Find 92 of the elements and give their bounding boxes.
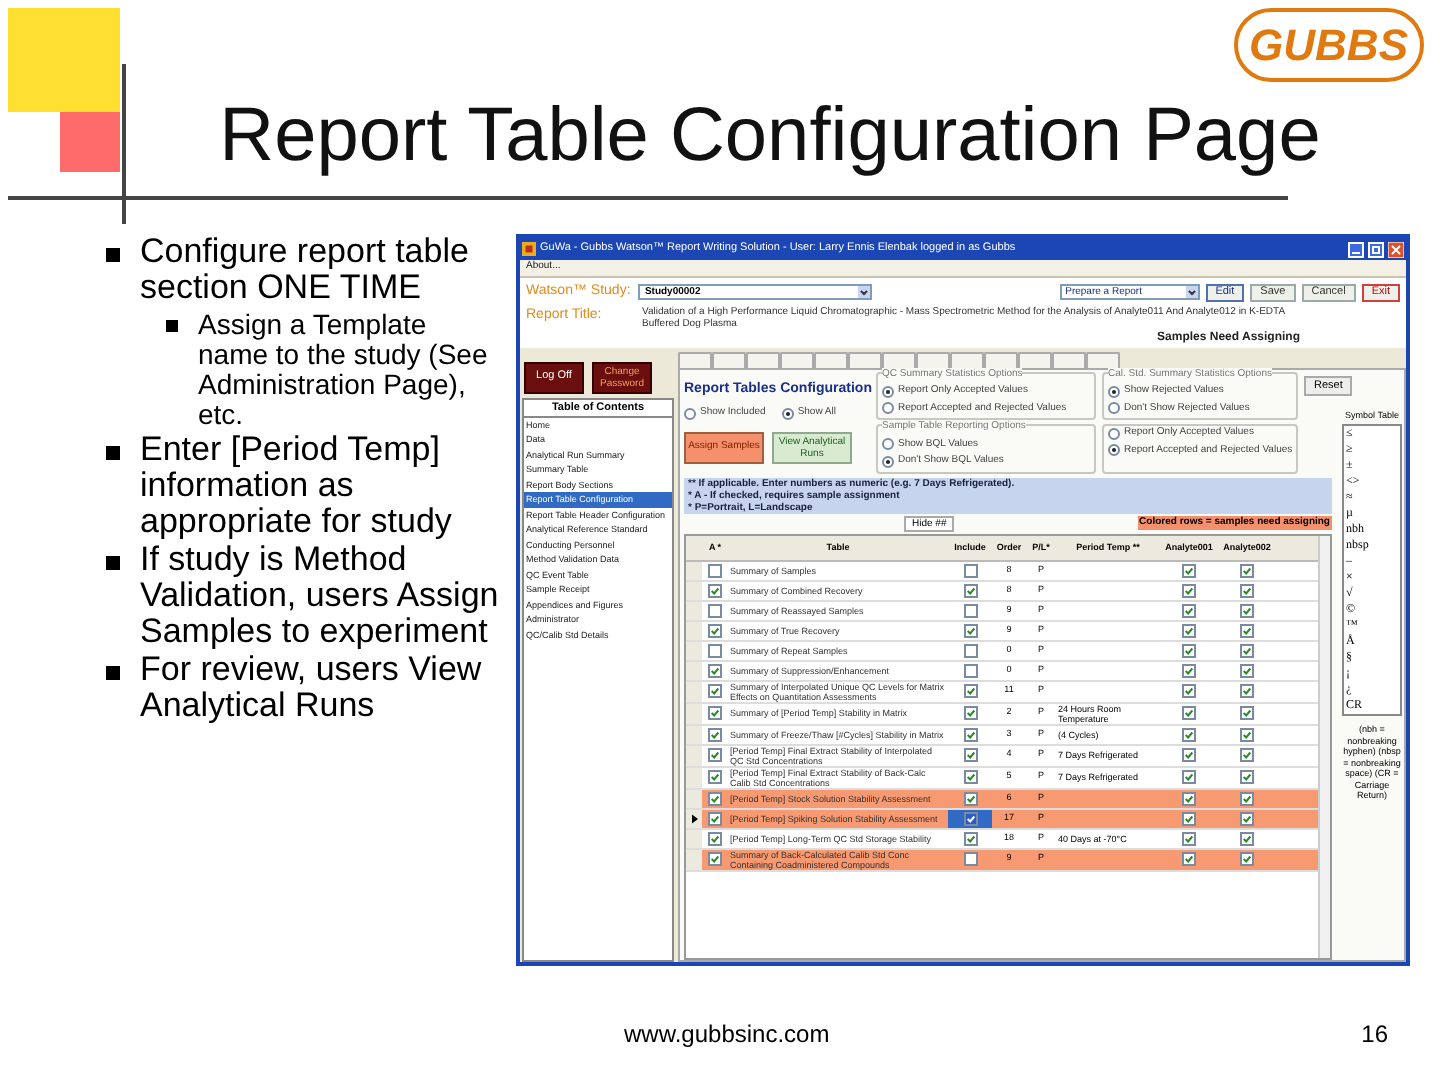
checkbox[interactable] [1240,663,1254,677]
radio-button[interactable] [1108,402,1120,415]
checkbox[interactable] [1240,748,1254,762]
row-pointer-icon [691,813,697,823]
bullet-text: For review, users View Analytical Runs [140,652,484,724]
checkbox[interactable] [963,583,977,597]
bullet-icon [106,556,120,570]
checkbox[interactable] [1240,831,1254,845]
checkbox[interactable] [1240,791,1254,805]
checkbox[interactable] [963,770,977,784]
scrollbar[interactable] [1318,535,1330,958]
checkbox[interactable] [1240,852,1254,866]
checkbox[interactable] [1182,623,1196,637]
checkbox[interactable] [963,623,977,637]
checkbox[interactable] [963,748,977,762]
checkbox[interactable] [1240,727,1254,741]
checkbox[interactable] [963,727,977,741]
bullet-text: If study is Method Validation, users Assign Samples to experiment [140,542,501,650]
bullet-icon [166,320,178,332]
checkbox[interactable] [1182,852,1196,866]
company-logo: GUBBS [1233,8,1424,82]
radio-button[interactable] [882,402,894,415]
checkbox[interactable] [1240,623,1254,637]
checkbox[interactable] [708,852,722,866]
maximize-icon[interactable] [1368,241,1384,257]
radio-button[interactable] [1108,427,1120,440]
checkbox[interactable] [1182,663,1196,677]
checkbox[interactable] [963,603,977,617]
checkbox[interactable] [963,684,977,698]
bullet-icon [106,666,120,680]
radio-button[interactable] [1108,385,1120,398]
radio-button[interactable] [882,385,894,398]
checkbox[interactable] [708,831,722,845]
checkbox[interactable] [708,748,722,762]
checkbox[interactable] [963,831,977,845]
checkbox[interactable] [963,663,977,677]
checkbox[interactable] [1182,791,1196,805]
checkbox[interactable] [708,770,722,784]
radio-button[interactable] [1108,444,1120,457]
bullet-text: Configure report table section ONE TIME [140,234,471,306]
checkbox[interactable] [1240,643,1254,657]
radio-button[interactable] [882,438,894,451]
checkbox[interactable] [1182,706,1196,720]
checkbox[interactable] [1182,770,1196,784]
checkbox[interactable] [963,563,977,577]
checkbox[interactable] [708,706,722,720]
checkbox[interactable] [708,623,722,637]
checkbox[interactable] [963,791,977,805]
checkbox[interactable] [1182,727,1196,741]
checkbox[interactable] [1240,684,1254,698]
bullet-icon [106,248,120,262]
checkbox[interactable] [708,684,722,698]
checkbox[interactable] [1240,770,1254,784]
checkbox[interactable] [1182,748,1196,762]
checkbox[interactable] [963,706,977,720]
minimize-icon[interactable] [1348,241,1364,257]
caret-icon [858,286,871,299]
checkbox[interactable] [708,583,722,597]
bullet-text: Enter [Period Temp] information as appropriate for study [140,432,454,540]
checkbox[interactable] [1182,811,1196,825]
checkbox[interactable] [1240,603,1254,617]
checkbox[interactable] [1182,684,1196,698]
checkbox[interactable] [963,811,977,825]
checkbox[interactable] [1182,643,1196,657]
checkbox[interactable] [708,603,722,617]
radio-button[interactable] [684,407,696,420]
checkbox[interactable] [1182,583,1196,597]
checkbox[interactable] [708,791,722,805]
checkbox[interactable] [708,811,722,825]
checkbox[interactable] [708,563,722,577]
radio-button[interactable] [781,407,794,420]
radio-button[interactable] [882,455,894,468]
checkbox[interactable] [963,852,977,866]
checkbox[interactable] [708,643,722,657]
checkbox[interactable] [1240,811,1254,825]
bullet-icon [106,446,120,460]
checkbox[interactable] [1182,563,1196,577]
checkbox[interactable] [963,643,977,657]
checkbox[interactable] [708,663,722,677]
checkbox[interactable] [1240,706,1254,720]
slide-title: Report Table Configuration Page [219,92,1321,182]
sub-bullet-text: Assign a Template name to the study (See Administration Page), etc. [198,310,490,430]
app-icon [522,242,536,256]
checkbox[interactable] [1182,603,1196,617]
checkbox[interactable] [708,727,722,741]
footer-url: www.gubbsinc.com [624,1018,830,1052]
checkbox[interactable] [1240,563,1254,577]
close-icon[interactable] [1388,241,1404,257]
checkbox[interactable] [1240,583,1254,597]
page-number: 16 [1361,1018,1388,1052]
caret-icon [1185,286,1198,299]
checkbox[interactable] [1182,831,1196,845]
